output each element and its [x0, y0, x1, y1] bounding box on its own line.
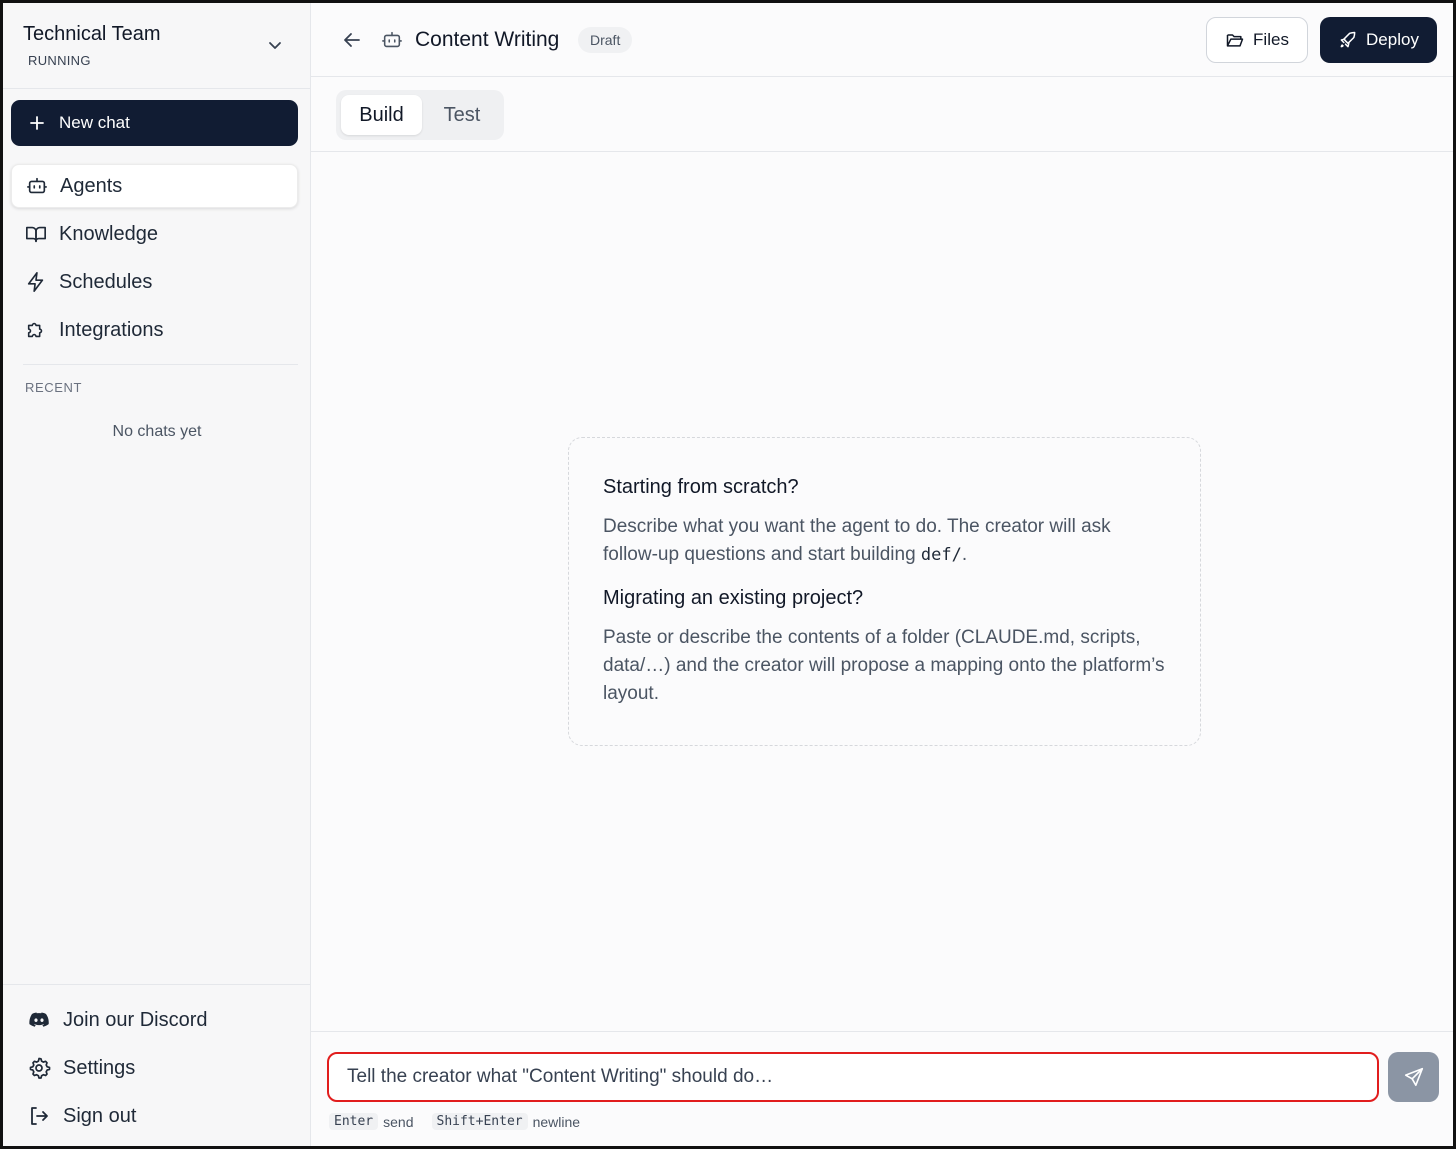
app-window: Technical Team RUNNING New chat Agents K… [0, 0, 1456, 1149]
sidebar: Technical Team RUNNING New chat Agents K… [3, 3, 311, 1146]
sidebar-item-label: Integrations [59, 318, 164, 341]
deploy-button[interactable]: Deploy [1320, 17, 1437, 63]
sidebar-item-label: Knowledge [59, 222, 158, 245]
status-badge: Draft [578, 27, 633, 53]
puzzle-icon [27, 322, 43, 338]
deploy-label: Deploy [1366, 30, 1419, 49]
sidebar-item-label: Schedules [59, 270, 153, 293]
files-button[interactable]: Files [1206, 17, 1308, 63]
join-discord-link[interactable]: Join our Discord [27, 1002, 208, 1038]
sidebar-item-knowledge[interactable]: Knowledge [11, 212, 298, 256]
send-button[interactable] [1388, 1052, 1439, 1102]
new-chat-button[interactable]: New chat [11, 100, 298, 146]
scratch-code: def/ [920, 545, 962, 565]
enter-key: Enter [329, 1113, 379, 1130]
migrate-heading: Migrating an existing project? [603, 587, 864, 609]
divider [23, 364, 298, 365]
divider [3, 984, 311, 985]
scratch-text: Describe what you want the agent to do. … [603, 516, 1111, 565]
shift-enter-key: Shift+Enter [431, 1113, 528, 1130]
tab-test[interactable]: Test [426, 95, 498, 135]
page-title: Content Writing [415, 28, 560, 51]
discord-icon [29, 1012, 49, 1027]
empty-chats-message: No chats yet [112, 423, 202, 440]
chat-input[interactable] [327, 1052, 1379, 1102]
new-chat-label: New chat [59, 113, 130, 132]
divider [311, 1031, 1453, 1032]
empty-state-card: Starting from scratch? Describe what you… [568, 437, 1201, 746]
sidebar-item-schedules[interactable]: Schedules [11, 260, 298, 304]
enter-hint: send [383, 1113, 414, 1130]
sign-out-label: Sign out [63, 1104, 137, 1127]
sidebar-item-integrations[interactable]: Integrations [11, 308, 298, 352]
scratch-text-end: . [961, 544, 968, 565]
files-label: Files [1253, 30, 1289, 49]
header: Content Writing Draft Files Deploy [311, 3, 1453, 77]
tab-group: Build Test [336, 90, 504, 140]
tab-bar: Build Test [311, 78, 1453, 152]
sign-out-link[interactable]: Sign out [27, 1098, 136, 1134]
shift-enter-hint: newline [532, 1113, 581, 1130]
gear-icon [29, 1057, 51, 1079]
book-open-icon [26, 226, 46, 243]
rocket-icon [1340, 31, 1356, 48]
chevron-down-icon[interactable] [265, 35, 285, 55]
workspace-status: RUNNING [28, 53, 91, 68]
migrate-description: Paste or describe the contents of a fold… [603, 627, 1165, 704]
sign-out-icon [31, 1107, 48, 1125]
arrow-left-icon[interactable] [341, 29, 363, 51]
settings-label: Settings [63, 1056, 136, 1079]
robot-icon [382, 31, 402, 48]
scratch-description: Describe what you want the agent to do. … [603, 513, 1166, 569]
discord-label: Join our Discord [63, 1008, 208, 1031]
workspace-switcher[interactable]: Technical Team RUNNING [3, 3, 311, 89]
robot-icon [27, 177, 47, 194]
lightning-icon [27, 272, 44, 292]
tab-build[interactable]: Build [341, 95, 422, 135]
recent-heading: RECENT [25, 380, 83, 395]
folder-open-icon [1226, 34, 1244, 47]
workspace-name: Technical Team [23, 23, 161, 45]
scratch-heading: Starting from scratch? [603, 476, 799, 498]
settings-link[interactable]: Settings [27, 1050, 135, 1086]
sidebar-item-label: Agents [60, 174, 123, 197]
sidebar-item-agents[interactable]: Agents [11, 164, 298, 208]
send-icon [1404, 1067, 1423, 1087]
plus-icon [30, 116, 44, 130]
keyboard-hints: Enter send Shift+Enter newline [329, 1113, 580, 1130]
